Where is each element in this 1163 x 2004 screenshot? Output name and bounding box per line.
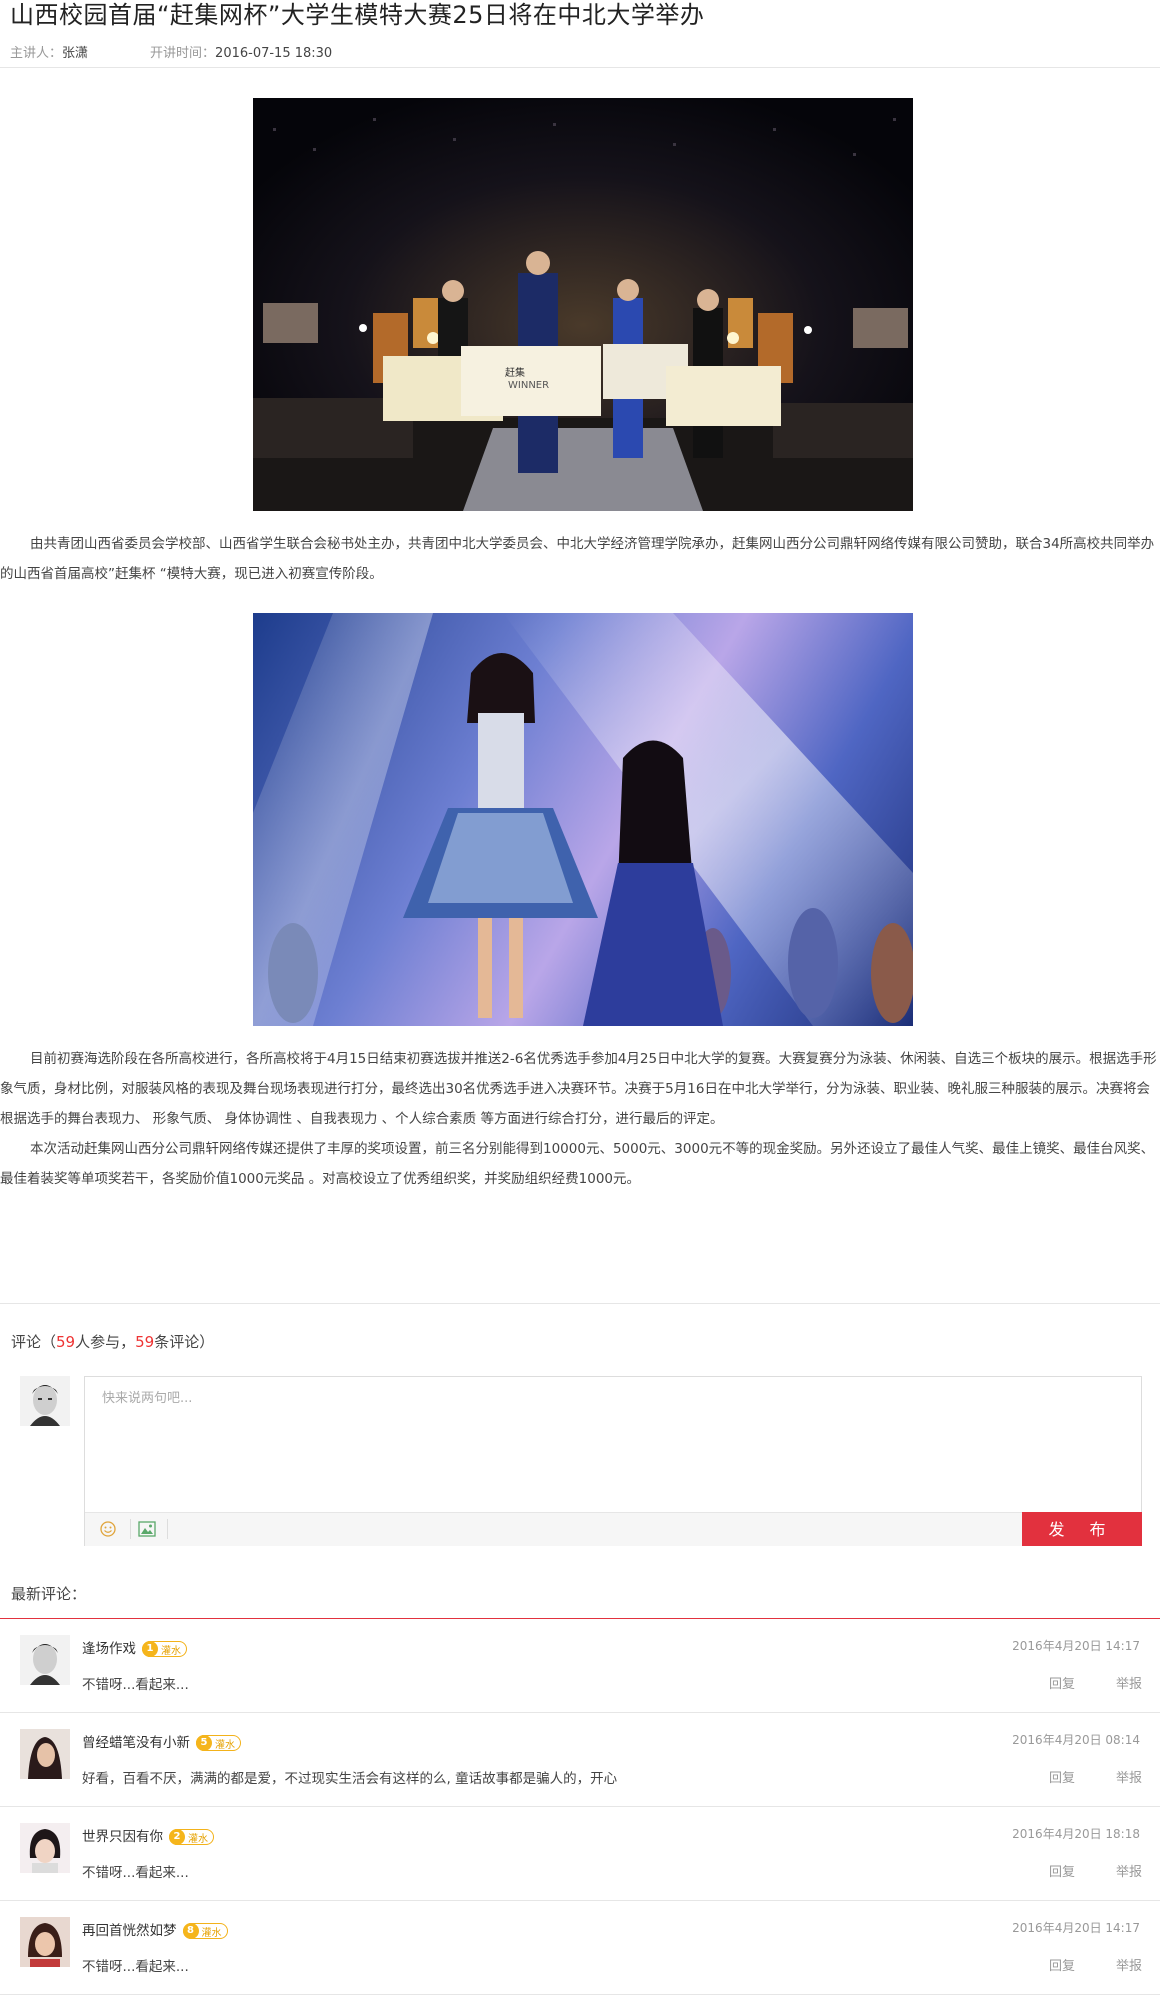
badge-text: 灌水 <box>188 1833 208 1845</box>
reply-link[interactable]: 回复 <box>1049 1861 1075 1880</box>
report-link[interactable]: 举报 <box>1116 1767 1142 1786</box>
comment-time: 2016年4月20日 14:17 <box>1012 1639 1140 1653</box>
commenter-name-text[interactable]: 再回首恍然如梦 <box>82 1923 177 1939</box>
commenter-name: 世界只因有你 2 灌水 <box>82 1825 214 1845</box>
comment-item: 曾经蜡笔没有小新 5 灌水 2016年4月20日 08:14 好看，百看不厌，满满的… <box>0 1713 1160 1807</box>
comment-item: 世界只因有你 2 灌水 2016年4月20日 18:18 不错呀...看起来... … <box>0 1807 1160 1901</box>
winner-board-text: WINNER <box>508 380 549 391</box>
commenter-avatar-image <box>20 1917 70 1967</box>
article-paragraph-3: 本次活动赶集网山西分公司鼎轩网络传媒还提供了丰厚的奖项设置，前三名分别能得到10… <box>0 1141 1155 1187</box>
avatar <box>20 1823 70 1873</box>
latest-comments-title: 最新评论： <box>11 1585 87 1603</box>
comment-time: 2016年4月20日 14:17 <box>1012 1921 1140 1935</box>
speaker-label: 主讲人： <box>10 46 63 61</box>
level-number: 8 <box>182 1922 199 1939</box>
article-paragraph-2: 目前初赛海选阶段在各所高校进行，各所高校将于4月15日结束初赛选拔并推送2-6名… <box>0 1051 1157 1127</box>
level-number: 1 <box>142 1640 158 1657</box>
award-ceremony-photo: WINNER 赶集 <box>253 98 913 511</box>
runway-photo <box>253 613 913 1026</box>
article-paragraph-1: 由共青团山西省委员会学校部、山西省学生联合会秘书处主办，共青团中北大学委员会、中… <box>0 536 1155 582</box>
comment-input[interactable] <box>85 1377 1141 1512</box>
award-ceremony-image: WINNER 赶集 <box>253 98 913 511</box>
level-number: 5 <box>196 1734 212 1751</box>
comments-header: 评论（59人参与，59条评论） <box>11 1331 214 1352</box>
image-upload-icon[interactable] <box>137 1519 157 1539</box>
article-meta: 主讲人：张潇 开讲时间：2016-07-15 18:30 <box>10 42 332 61</box>
level-badge: 1 灌水 <box>142 1640 187 1657</box>
brand-board-text: 赶集 <box>505 366 525 379</box>
comments-count-suffix: 条评论） <box>154 1333 215 1351</box>
reply-link[interactable]: 回复 <box>1049 1673 1075 1692</box>
publish-button[interactable]: 发 布 <box>1022 1512 1142 1546</box>
time-label: 开讲时间： <box>150 46 216 61</box>
divider <box>0 1303 1160 1304</box>
comment-item: 再回首恍然如梦 8 灌水 2016年4月20日 14:17 不错呀...看起来...… <box>0 1901 1160 1995</box>
runway-image <box>253 613 913 1026</box>
participants-count: 59 <box>56 1333 76 1351</box>
commenter-name-text[interactable]: 世界只因有你 <box>82 1829 163 1845</box>
level-badge: 8 灌水 <box>182 1922 228 1939</box>
comment-time: 2016年4月20日 08:14 <box>1012 1733 1140 1747</box>
comment-text: 不错呀...看起来... <box>82 1677 189 1693</box>
divider <box>0 67 1160 68</box>
level-badge: 2 灌水 <box>169 1828 214 1845</box>
level-number: 2 <box>169 1828 185 1845</box>
toolbar-separator <box>130 1519 131 1539</box>
toolbar-separator <box>167 1519 168 1539</box>
commenter-name: 逢场作戏 1 灌水 <box>82 1637 187 1657</box>
user-avatar-image <box>20 1376 70 1426</box>
report-link[interactable]: 举报 <box>1116 1861 1142 1880</box>
commenter-avatar-image <box>20 1635 70 1685</box>
report-link[interactable]: 举报 <box>1116 1673 1142 1692</box>
editor-toolbar: 发 布 <box>85 1512 1142 1546</box>
emoji-icon[interactable] <box>98 1519 118 1539</box>
badge-text: 灌水 <box>215 1739 235 1751</box>
comment-editor: 发 布 <box>84 1376 1142 1546</box>
comments-count: 59 <box>135 1333 155 1351</box>
avatar <box>20 1635 70 1685</box>
article-title: 山西校园首届“赶集网杯”大学生模特大赛25日将在中北大学举办 <box>10 1 705 29</box>
speaker-name: 张潇 <box>62 46 89 61</box>
participants-suffix: 人参与， <box>75 1333 136 1351</box>
commenter-name-text[interactable]: 曾经蜡笔没有小新 <box>82 1735 190 1751</box>
comment-text: 不错呀...看起来... <box>82 1959 189 1975</box>
reply-link[interactable]: 回复 <box>1049 1955 1075 1974</box>
commenter-name: 曾经蜡笔没有小新 5 灌水 <box>82 1731 241 1751</box>
comment-text: 不错呀...看起来... <box>82 1865 189 1881</box>
report-link[interactable]: 举报 <box>1116 1955 1142 1974</box>
comment-time: 2016年4月20日 18:18 <box>1012 1827 1140 1841</box>
commenter-avatar-image <box>20 1729 70 1779</box>
avatar <box>20 1376 70 1426</box>
avatar <box>20 1917 70 1967</box>
badge-text: 灌水 <box>161 1645 181 1657</box>
comments-header-prefix: 评论（ <box>11 1333 57 1351</box>
commenter-name: 再回首恍然如梦 8 灌水 <box>82 1919 228 1939</box>
reply-link[interactable]: 回复 <box>1049 1767 1075 1786</box>
level-badge: 5 灌水 <box>196 1734 241 1751</box>
avatar <box>20 1729 70 1779</box>
badge-text: 灌水 <box>201 1927 222 1939</box>
comment-item: 逢场作戏 1 灌水 2016年4月20日 14:17 不错呀...看起来... 回复… <box>0 1619 1160 1713</box>
publish-time: 2016-07-15 18:30 <box>215 46 333 61</box>
commenter-name-text[interactable]: 逢场作戏 <box>82 1641 136 1657</box>
commenter-avatar-image <box>20 1823 70 1873</box>
comment-text: 好看，百看不厌，满满的都是爱，不过现实生活会有这样的么, 童话故事都是骗人的，开… <box>82 1771 618 1787</box>
